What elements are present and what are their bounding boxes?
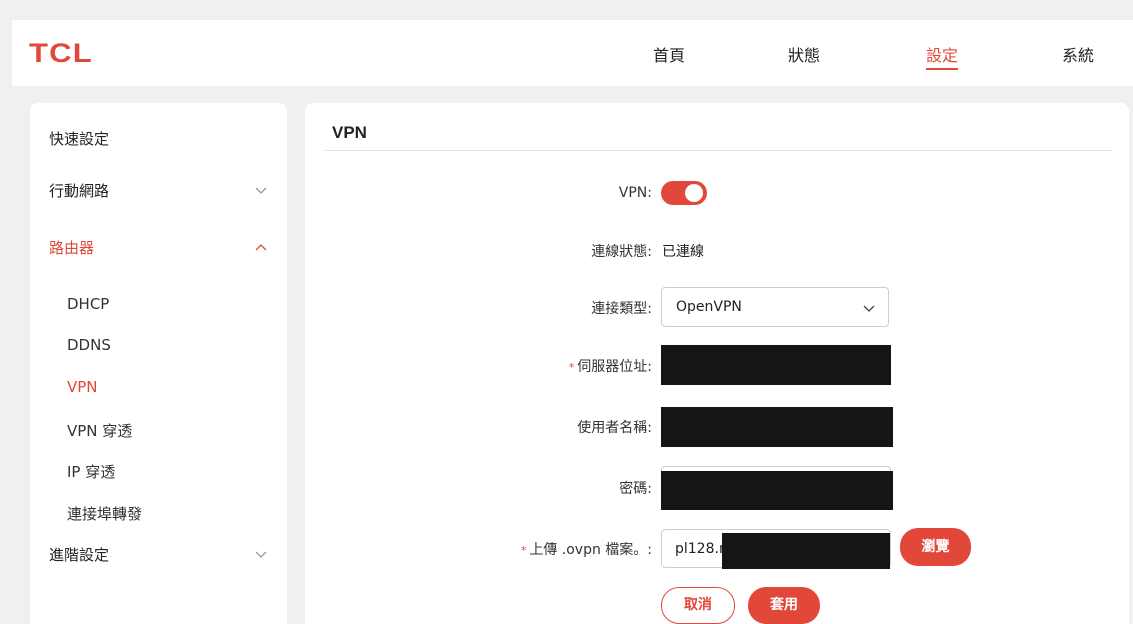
- sidebar-item-advanced-settings[interactable]: 進階設定: [49, 544, 109, 565]
- page-title: VPN: [332, 123, 367, 142]
- sidebar-subitem-vpn-passthrough[interactable]: VPN 穿透: [67, 420, 132, 441]
- chevron-down-icon[interactable]: [254, 183, 268, 197]
- tcl-logo: TCL: [29, 38, 93, 68]
- ovpn-file-name: pl128.n: [675, 541, 728, 557]
- sidebar-subitem-port-forwarding[interactable]: 連接埠轉發: [67, 503, 142, 524]
- redacted-value: [661, 345, 891, 385]
- sidebar: 快速設定 行動網路 路由器 DHCP DDNS VPN VPN 穿透 IP 穿透…: [30, 103, 287, 624]
- upload-ovpn-label-text: 上傳 .ovpn 檔案。:: [529, 542, 652, 558]
- connection-type-label: 連接類型:: [591, 301, 652, 317]
- nav-settings-label: 設定: [926, 46, 959, 65]
- sidebar-item-mobile-network[interactable]: 行動網路: [49, 180, 109, 201]
- vpn-toggle[interactable]: [661, 181, 707, 205]
- apply-button[interactable]: 套用: [748, 587, 820, 624]
- title-divider: [324, 150, 1112, 151]
- nav-settings[interactable]: 設定: [926, 42, 959, 70]
- server-address-label: * 伺服器位址:: [569, 356, 652, 376]
- redacted-value: [722, 533, 890, 569]
- server-address-label-text: 伺服器位址:: [577, 359, 652, 375]
- connection-status-label: 連線狀態:: [591, 244, 652, 260]
- connection-status-value: 已連線: [662, 244, 704, 260]
- chevron-up-icon[interactable]: [254, 240, 268, 254]
- nav-status[interactable]: 狀態: [788, 42, 820, 66]
- sidebar-subitem-ip-passthrough[interactable]: IP 穿透: [67, 461, 115, 482]
- toggle-knob: [685, 184, 703, 202]
- nav-system[interactable]: 系統: [1062, 42, 1094, 66]
- active-nav-underline: [926, 68, 959, 70]
- upload-ovpn-label: * 上傳 .ovpn 檔案。:: [521, 539, 652, 559]
- redacted-value: [661, 471, 893, 510]
- required-asterisk: *: [568, 361, 575, 374]
- sidebar-subitem-ddns[interactable]: DDNS: [67, 336, 111, 354]
- chevron-down-icon: [863, 305, 875, 312]
- browse-button[interactable]: 瀏覽: [900, 528, 971, 566]
- vpn-toggle-label: VPN:: [618, 185, 652, 201]
- password-field[interactable]: [661, 466, 893, 510]
- nav-home[interactable]: 首頁: [653, 42, 685, 66]
- connection-type-value: OpenVPN: [676, 299, 742, 315]
- chevron-down-icon[interactable]: [254, 547, 268, 561]
- vpn-settings-panel: VPN VPN: 連線狀態: 已連線 連接類型: OpenVPN * 伺服器位址:…: [305, 103, 1129, 624]
- cancel-button[interactable]: 取消: [661, 587, 735, 624]
- sidebar-subitem-vpn[interactable]: VPN: [67, 378, 98, 396]
- required-asterisk: *: [520, 544, 527, 557]
- sidebar-item-router[interactable]: 路由器: [49, 237, 94, 258]
- ovpn-file-field[interactable]: pl128.n: [661, 529, 891, 569]
- server-address-field[interactable]: [661, 345, 891, 385]
- password-label: 密碼:: [619, 481, 652, 497]
- sidebar-item-quick-setup[interactable]: 快速設定: [49, 128, 109, 149]
- username-field[interactable]: [661, 407, 893, 447]
- redacted-value: [661, 407, 893, 447]
- top-navigation-bar: TCL 首頁 狀態 設定 系統: [12, 20, 1133, 86]
- connection-type-select[interactable]: OpenVPN: [661, 287, 889, 327]
- username-label: 使用者名稱:: [577, 420, 652, 436]
- sidebar-subitem-dhcp[interactable]: DHCP: [67, 295, 109, 313]
